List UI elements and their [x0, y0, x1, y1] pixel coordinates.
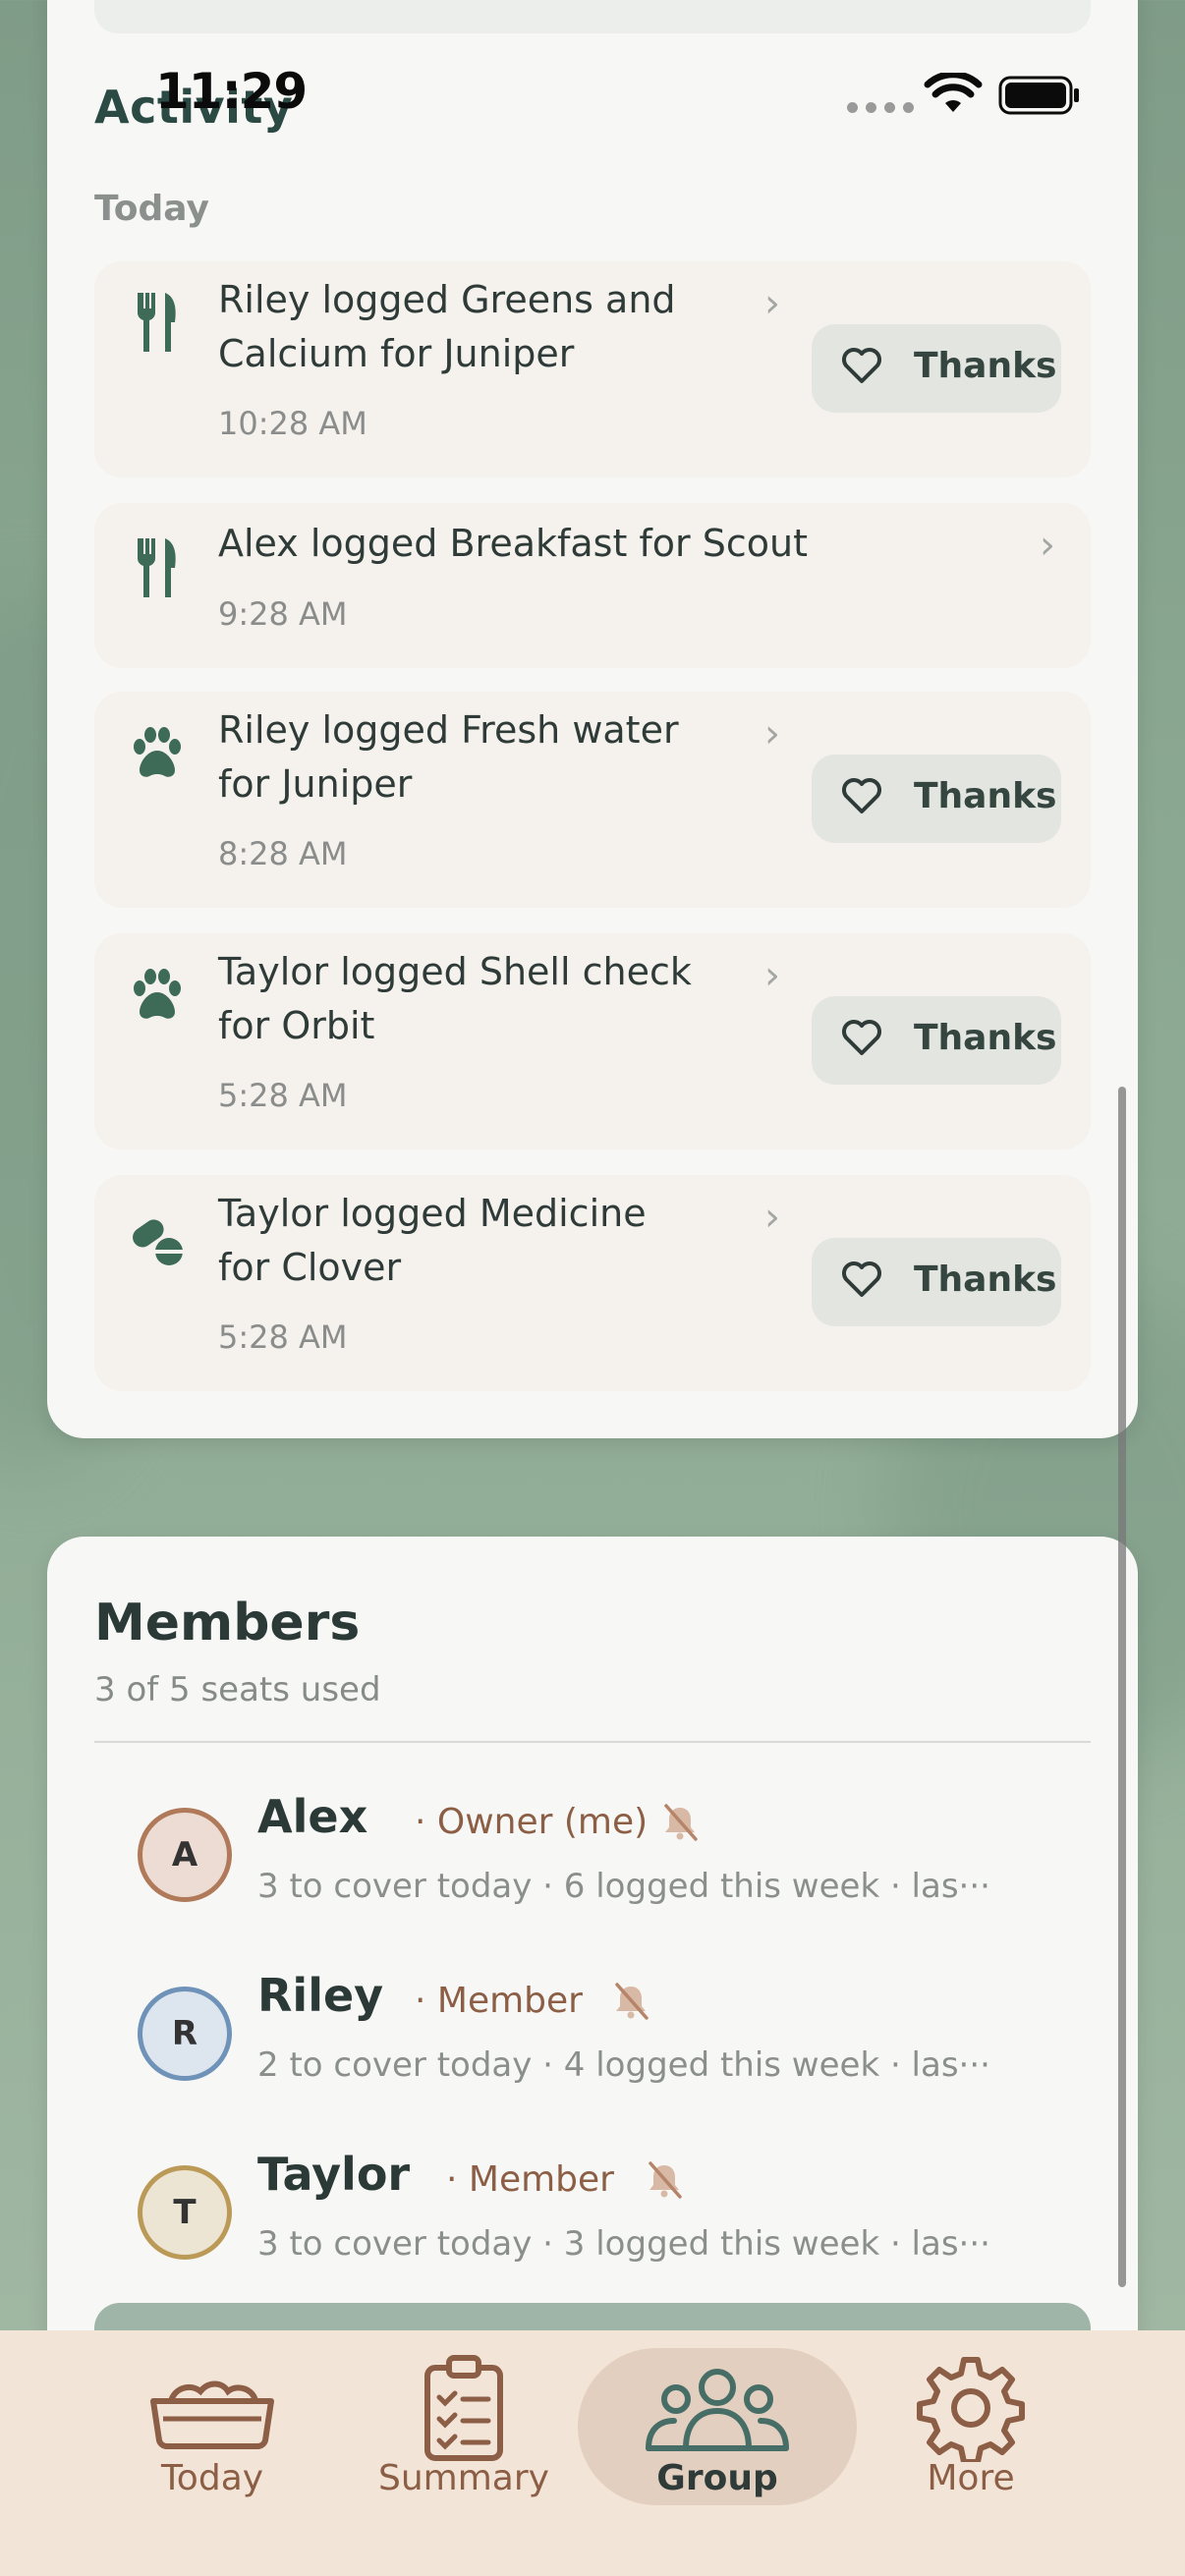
heart-icon [842, 1261, 881, 1297]
tab-label: Summary [378, 2458, 549, 2498]
activity-item-time: 5:28 AM [218, 1318, 348, 1356]
pills-icon [133, 1219, 183, 1265]
tab-today[interactable]: Today [85, 2348, 340, 2505]
group-icon [646, 2369, 789, 2451]
pet-bowl-icon [150, 2380, 274, 2449]
paw-icon [134, 969, 181, 1019]
activity-item-title: Taylor logged Medicine for Clover [218, 1192, 647, 1289]
thanks-label: Thanks [914, 1018, 1057, 1058]
battery-icon [998, 76, 1079, 115]
activity-item-time: 9:28 AM [218, 595, 348, 633]
seats-used-label: 3 of 5 seats used [94, 1670, 381, 1709]
clock: 11:29 [155, 63, 308, 120]
cellular-signal-icon [847, 102, 914, 113]
paw-icon [134, 727, 181, 777]
scrollbar[interactable] [1118, 1087, 1126, 2287]
activity-item[interactable]: Riley logged Fresh water for Juniper 8:28… [94, 692, 1091, 908]
member-role: · Member [446, 2159, 614, 2200]
chevron-right-icon: › [764, 281, 780, 326]
avatar: R [138, 1987, 232, 2081]
member-row-riley[interactable]: R Riley · Member 2 to cover today · 4 lo… [94, 1969, 1091, 2116]
avatar: A [138, 1808, 232, 1902]
activity-item[interactable]: Taylor logged Medicine for Clover 5:28 AM… [94, 1175, 1091, 1391]
thanks-button[interactable]: Thanks [812, 755, 1061, 843]
heart-icon [842, 778, 881, 813]
clipboard-icon [424, 2355, 503, 2461]
member-role: · Member [415, 1981, 583, 2021]
activity-item-title: Taylor logged Shell check for Orbit [218, 950, 692, 1047]
thanks-button[interactable]: Thanks [812, 1238, 1061, 1326]
avatar: T [138, 2165, 232, 2260]
chevron-right-icon: › [764, 711, 780, 756]
tab-more[interactable]: More [843, 2348, 1099, 2505]
bell-off-icon [615, 1983, 649, 2020]
activity-item-time: 10:28 AM [218, 405, 367, 442]
member-name: Riley [257, 1969, 384, 2022]
chevron-right-icon: › [1040, 523, 1055, 568]
chevron-right-icon: › [764, 953, 780, 998]
activity-item-time: 5:28 AM [218, 1077, 348, 1114]
member-stats: 3 to cover today · 3 logged this week · … [257, 2224, 990, 2264]
tab-label: Group [656, 2458, 778, 2498]
members-title: Members [94, 1594, 361, 1652]
member-row-alex[interactable]: A Alex · Owner (me) 3 to cover today · 6… [94, 1790, 1091, 1937]
bell-off-icon [649, 2161, 682, 2199]
member-stats: 3 to cover today · 6 logged this week · … [257, 1867, 990, 1906]
tab-bar: Today Summary Group More [0, 2330, 1185, 2576]
divider [94, 1741, 1091, 1743]
thanks-label: Thanks [914, 776, 1057, 816]
activity-item[interactable]: Taylor logged Shell check for Orbit 5:28 … [94, 933, 1091, 1149]
tab-label: Today [160, 2458, 264, 2498]
heart-icon [842, 348, 881, 383]
status-bar: 11:29 [0, 0, 1185, 177]
thanks-label: Thanks [914, 1260, 1057, 1300]
heart-icon [842, 1020, 881, 1055]
thanks-label: Thanks [914, 346, 1057, 386]
activity-item-title: Alex logged Breakfast for Scout [218, 522, 809, 565]
member-row-taylor[interactable]: T Taylor · Member 3 to cover today · 3 l… [94, 2148, 1091, 2295]
activity-item[interactable]: Alex logged Breakfast for Scout 9:28 AM … [94, 503, 1091, 668]
wifi-icon [924, 73, 983, 112]
activity-item[interactable]: Riley logged Greens and Calcium for Junip… [94, 261, 1091, 477]
today-group-label: Today [94, 189, 209, 229]
activity-item-time: 8:28 AM [218, 835, 348, 872]
tab-group[interactable]: Group [578, 2348, 857, 2505]
tab-label: More [927, 2458, 1015, 2498]
thanks-button[interactable]: Thanks [812, 324, 1061, 413]
member-role: · Owner (me) [415, 1802, 649, 1842]
member-name: Taylor [257, 2148, 411, 2201]
thanks-button[interactable]: Thanks [812, 996, 1061, 1085]
tab-summary[interactable]: Summary [336, 2348, 592, 2505]
activity-item-title: Riley logged Greens and Calcium for Junip… [218, 278, 676, 375]
fork-knife-icon [137, 538, 176, 597]
fork-knife-icon [137, 293, 176, 352]
member-name: Alex [257, 1790, 368, 1843]
chevron-right-icon: › [764, 1195, 780, 1240]
activity-item-title: Riley logged Fresh water for Juniper [218, 708, 679, 806]
member-stats: 2 to cover today · 4 logged this week · … [257, 2045, 990, 2085]
gear-icon [917, 2357, 1025, 2462]
bell-off-icon [664, 1804, 698, 1841]
